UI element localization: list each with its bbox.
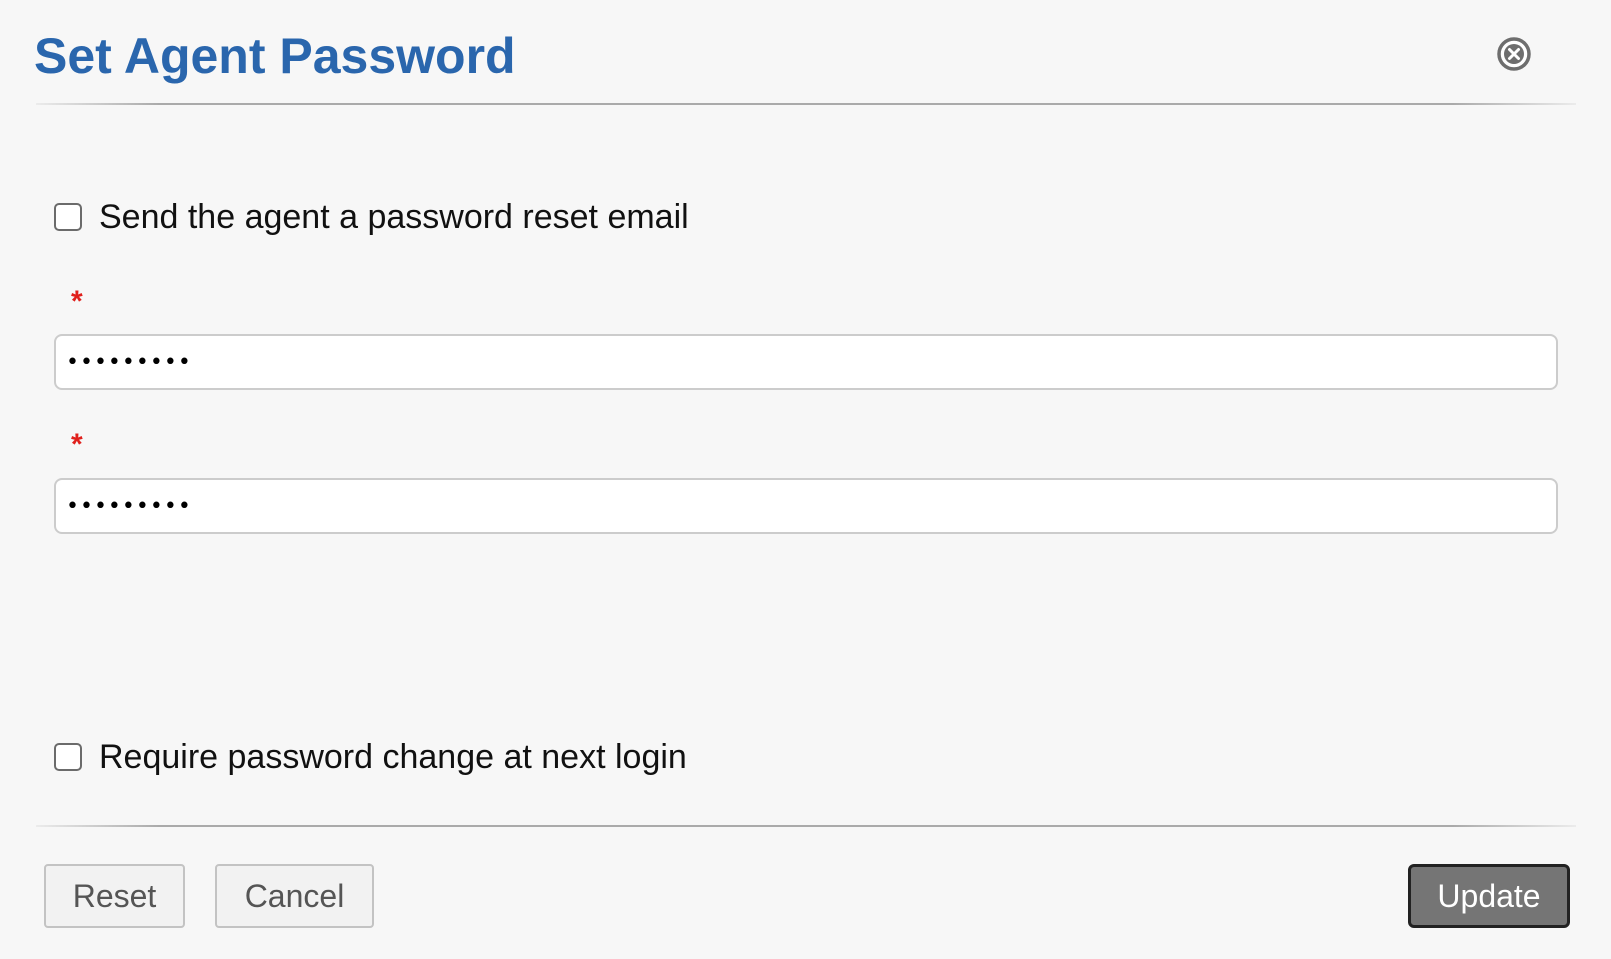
- send-reset-email-option[interactable]: Send the agent a password reset email: [54, 197, 689, 237]
- header-divider: [36, 103, 1576, 105]
- set-agent-password-dialog: Set Agent Password Send the agent a pass…: [0, 0, 1611, 959]
- footer-divider: [36, 825, 1576, 827]
- close-icon[interactable]: [1496, 36, 1532, 72]
- require-password-change-label[interactable]: Require password change at next login: [99, 737, 687, 777]
- password-input[interactable]: [54, 334, 1558, 390]
- send-reset-email-label[interactable]: Send the agent a password reset email: [99, 197, 689, 237]
- password-required-marker: *: [71, 285, 83, 318]
- require-password-change-option[interactable]: Require password change at next login: [54, 737, 687, 777]
- confirm-password-input[interactable]: [54, 478, 1558, 534]
- confirm-password-required-marker: *: [71, 428, 83, 461]
- reset-button[interactable]: Reset: [44, 864, 185, 928]
- cancel-button[interactable]: Cancel: [215, 864, 374, 928]
- update-button[interactable]: Update: [1408, 864, 1570, 928]
- dialog-title: Set Agent Password: [34, 28, 516, 84]
- require-password-change-checkbox[interactable]: [54, 743, 82, 771]
- send-reset-email-checkbox[interactable]: [54, 203, 82, 231]
